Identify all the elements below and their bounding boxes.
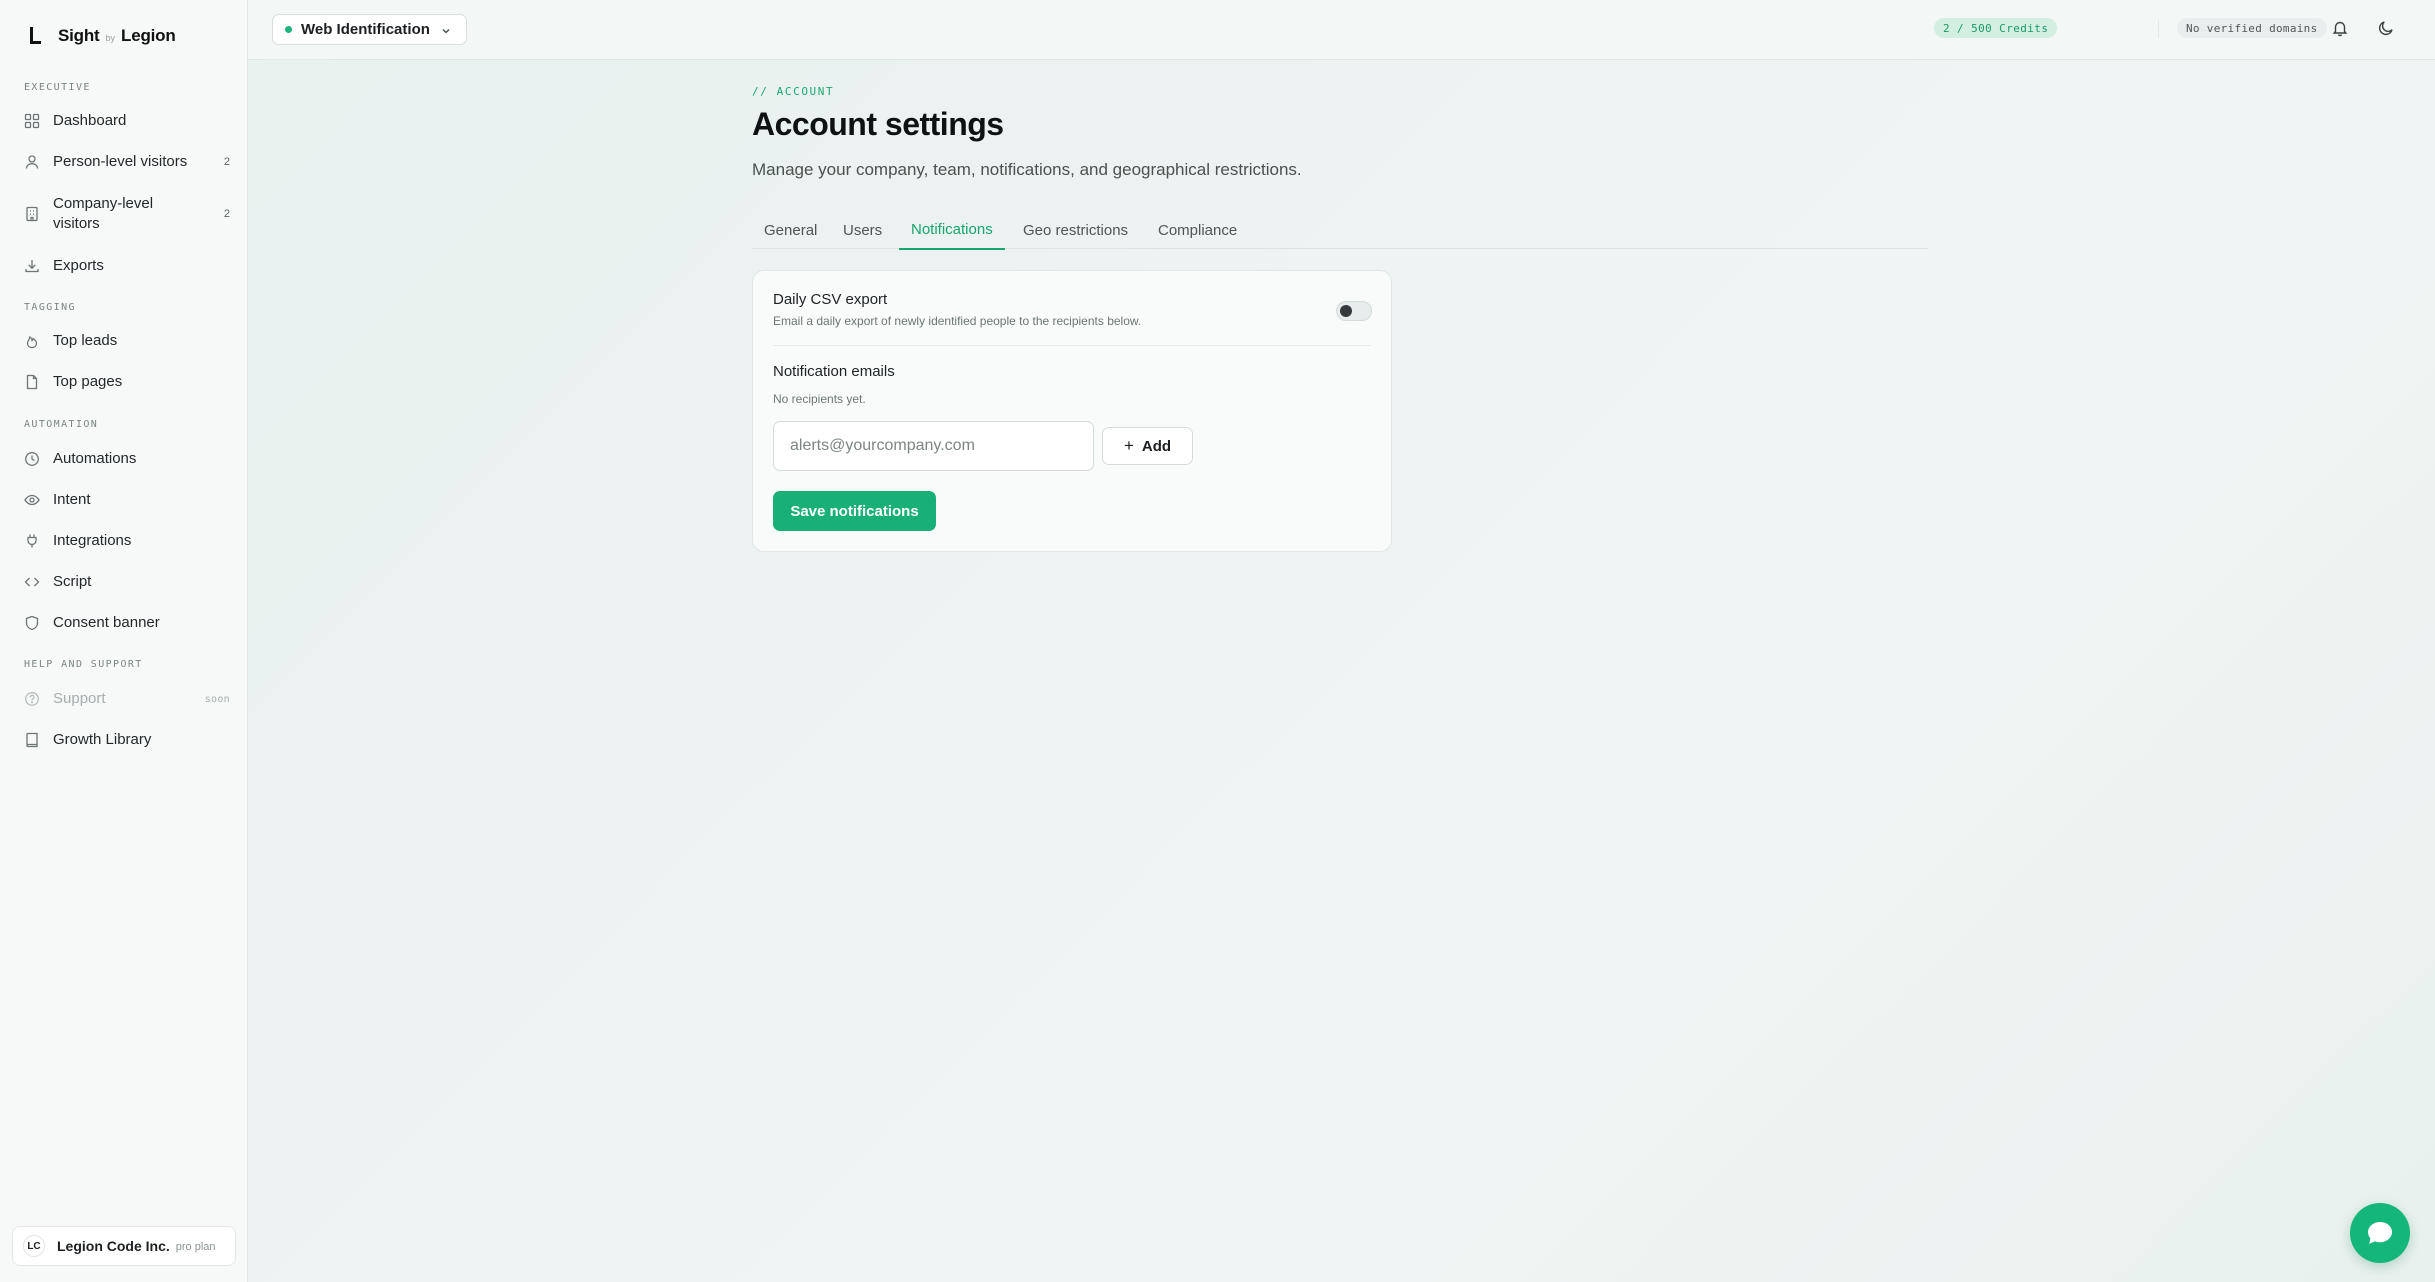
tab-general[interactable]: General	[752, 211, 829, 249]
status-dot	[285, 26, 292, 33]
workspace-label: Web Identification	[301, 21, 430, 38]
bell-icon[interactable]	[2331, 19, 2349, 37]
brand-logo[interactable]: Sight by Legion	[28, 24, 176, 48]
save-notifications-button[interactable]: Save notifications	[773, 491, 936, 531]
toggle-knob	[1340, 305, 1352, 317]
sidebar-item-count: 2	[223, 208, 230, 220]
chat-button[interactable]	[2350, 1203, 2410, 1263]
shield-icon	[24, 615, 40, 631]
sidebar-item-label: Dashboard	[53, 112, 127, 129]
chevron-down-icon	[440, 24, 452, 36]
section-title-automation: AUTOMATION	[24, 419, 99, 430]
sidebar-item-label: Person-level visitors	[53, 153, 188, 170]
sidebar-item-label: Automations	[53, 450, 137, 467]
book-icon	[24, 732, 40, 748]
sidebar-item-label: Consent banner	[53, 614, 160, 631]
sidebar-item-label: Company-level visitors	[53, 195, 154, 232]
sidebar-item-top-leads[interactable]: Top leads	[24, 331, 230, 351]
workspace-selector[interactable]: Web Identification	[272, 14, 467, 45]
brand-by: by	[105, 33, 116, 43]
recipient-email-input[interactable]	[773, 421, 1094, 471]
sidebar-item-label: Top leads	[53, 332, 118, 349]
topbar: Web Identification 2 / 500 Credits No ve…	[248, 0, 2435, 60]
brand-name-left: Sight	[58, 26, 100, 45]
sidebar-item-exports[interactable]: Exports	[24, 256, 230, 276]
clock-icon	[24, 451, 40, 467]
help-circle-icon	[24, 691, 40, 707]
file-icon	[24, 374, 40, 390]
sidebar-item-growth-library[interactable]: Growth Library	[24, 730, 230, 750]
sidebar-item-script[interactable]: Script	[24, 572, 230, 592]
empty-recipients-text: No recipients yet.	[773, 392, 866, 406]
section-title-help-and-support: HELP AND SUPPORT	[24, 659, 143, 670]
add-button-label: Add	[1141, 437, 1172, 455]
sidebar-item-support: Support soon	[24, 689, 230, 709]
page-subtitle: Manage your company, team, notifications…	[752, 160, 1302, 179]
sidebar-item-label: Exports	[53, 257, 104, 274]
sidebar: Sight by Legion EXECUTIVE Dashboard Pers…	[0, 0, 248, 1282]
daily-export-title: Daily CSV export	[773, 291, 888, 308]
sidebar-item-dashboard[interactable]: Dashboard	[24, 111, 230, 131]
sidebar-item-automations[interactable]: Automations	[24, 449, 230, 469]
tab-geo-restrictions[interactable]: Geo restrictions	[1011, 211, 1140, 249]
divider	[2158, 20, 2159, 38]
grid-icon	[24, 113, 40, 129]
sidebar-item-label: Top pages	[53, 373, 123, 390]
tab-notifications[interactable]: Notifications	[899, 211, 1005, 250]
sidebar-item-person-level-visitors[interactable]: Person-level visitors 2	[24, 152, 230, 172]
credits-badge: 2 / 500 Credits	[1934, 18, 2058, 38]
daily-export-description: Email a daily export of newly identified…	[773, 314, 1142, 328]
notifications-card: Daily CSV export Email a daily export of…	[752, 270, 1392, 552]
section-title-tagging: TAGGING	[24, 302, 76, 313]
legion-logo-icon	[28, 26, 42, 46]
page-title: Account settings	[752, 106, 1004, 142]
chat-bubble-icon	[2368, 1222, 2392, 1244]
daily-export-toggle[interactable]	[1336, 301, 1372, 321]
flame-icon	[24, 333, 40, 349]
sidebar-item-integrations[interactable]: Integrations	[24, 531, 230, 551]
domains-badge[interactable]: No verified domains	[2177, 18, 2327, 38]
download-icon	[24, 258, 40, 274]
code-icon	[24, 574, 40, 590]
add-recipient-button[interactable]: + Add	[1102, 427, 1193, 465]
sidebar-item-count: 2	[223, 156, 230, 168]
plug-icon	[24, 533, 40, 549]
notification-emails-title: Notification emails	[773, 363, 895, 380]
tab-compliance[interactable]: Compliance	[1146, 211, 1249, 249]
brand-name-right: Legion	[121, 26, 176, 45]
sidebar-item-top-pages[interactable]: Top pages	[24, 372, 230, 392]
sidebar-item-company-level-visitors[interactable]: Company-level visitors 2	[24, 194, 230, 234]
plus-icon: +	[1123, 436, 1134, 455]
divider	[773, 345, 1371, 346]
sidebar-item-label: Script	[53, 573, 92, 590]
eye-icon	[24, 492, 40, 508]
section-title-executive: EXECUTIVE	[24, 82, 91, 93]
user-icon	[24, 154, 40, 170]
soon-badge: soon	[204, 693, 230, 705]
building-icon	[24, 206, 40, 222]
sidebar-item-label: Support	[53, 690, 106, 707]
org-name: Legion Code Inc.	[57, 1238, 170, 1254]
sidebar-item-label: Integrations	[53, 532, 132, 549]
sidebar-item-label: Growth Library	[53, 731, 152, 748]
settings-tabs: General Users Notifications Geo restrict…	[752, 211, 1928, 250]
sidebar-item-intent[interactable]: Intent	[24, 490, 230, 510]
page-eyebrow: // ACCOUNT	[752, 85, 835, 98]
org-avatar: LC	[23, 1235, 45, 1257]
tab-users[interactable]: Users	[831, 211, 894, 249]
org-plan: pro plan	[175, 1241, 216, 1253]
sidebar-item-consent-banner[interactable]: Consent banner	[24, 613, 230, 633]
org-switcher[interactable]: LC Legion Code Inc. pro plan	[12, 1226, 236, 1266]
sidebar-item-label: Intent	[53, 491, 91, 508]
moon-icon[interactable]	[2377, 19, 2395, 37]
